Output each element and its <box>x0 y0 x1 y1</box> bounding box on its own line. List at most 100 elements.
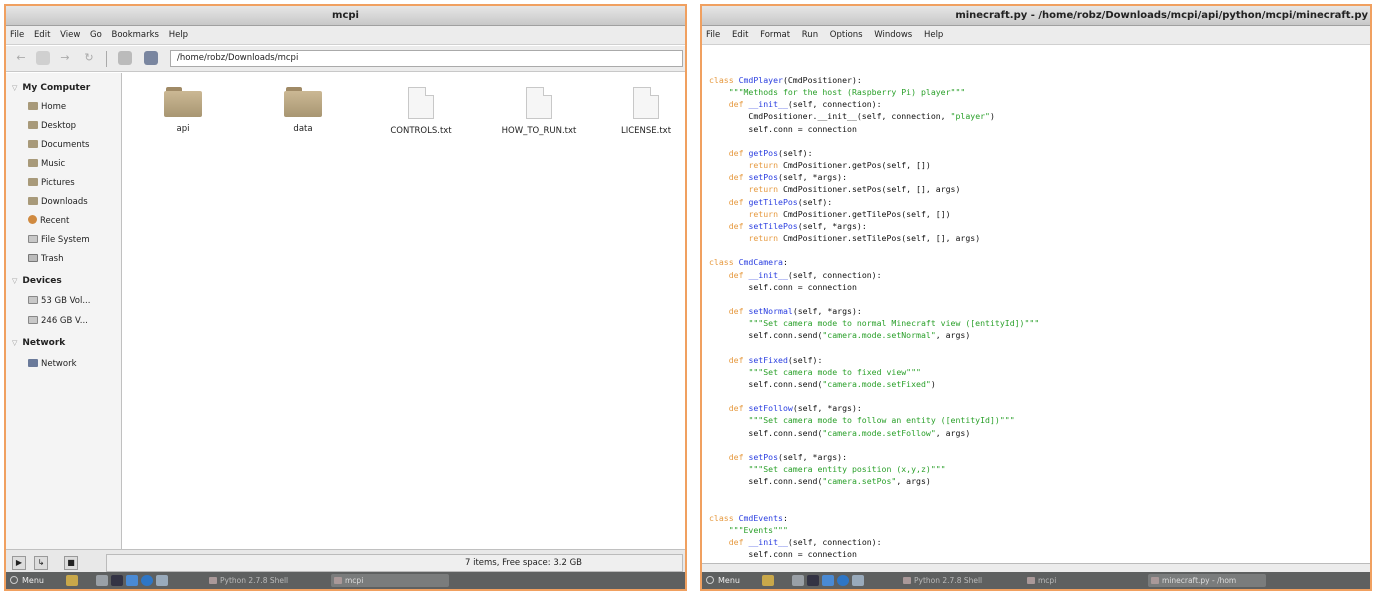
menu-format[interactable]: Format <box>760 30 790 40</box>
code-line[interactable]: def setFollow(self, *args): <box>709 402 1039 414</box>
start-menu-button[interactable]: Menu <box>10 572 44 589</box>
browser-launcher-icon[interactable] <box>837 575 849 586</box>
sidebar-item-pictures[interactable]: Pictures <box>6 174 122 192</box>
menu-file[interactable]: File <box>706 30 720 40</box>
browser-launcher-icon[interactable] <box>141 575 153 586</box>
sidebar-section-network[interactable]: ▽ Network <box>6 334 122 352</box>
code-line[interactable]: """Set camera mode to follow an entity (… <box>709 414 1039 426</box>
sidebar-section-devices[interactable]: ▽ Devices <box>6 272 122 290</box>
code-line[interactable]: class CmdCamera: <box>709 256 1039 268</box>
code-line[interactable]: self.conn = connection <box>709 281 1039 293</box>
menu-edit[interactable]: Edit <box>732 30 748 40</box>
desktop-launcher-icon[interactable] <box>792 575 804 586</box>
sidebar-item-desktop[interactable]: Desktop <box>6 117 122 135</box>
code-line[interactable] <box>709 439 1039 451</box>
desktop-launcher-icon[interactable] <box>96 575 108 586</box>
code-line[interactable]: return CmdPositioner.getPos(self, []) <box>709 159 1039 171</box>
computer-icon[interactable] <box>144 51 158 65</box>
menu-run[interactable]: Run <box>802 30 818 40</box>
up-icon[interactable] <box>36 51 50 65</box>
forward-icon[interactable]: → <box>58 51 72 65</box>
home-icon[interactable] <box>118 51 132 65</box>
task-mcpi[interactable]: mcpi <box>1024 574 1142 587</box>
code-text[interactable]: class CmdPlayer(CmdPositioner): """Metho… <box>709 74 1039 560</box>
menu-help[interactable]: Help <box>169 30 188 40</box>
task-python-shell[interactable]: Python 2.7.8 Shell <box>900 574 1018 587</box>
show-tree-icon[interactable]: ↳ <box>34 556 48 570</box>
menu-windows[interactable]: Windows <box>874 30 912 40</box>
code-line[interactable]: return CmdPositioner.setPos(self, [], ar… <box>709 183 1039 195</box>
menu-help[interactable]: Help <box>924 30 943 40</box>
code-line[interactable] <box>709 487 1039 499</box>
code-line[interactable]: return CmdPositioner.setTilePos(self, []… <box>709 232 1039 244</box>
task-mcpi[interactable]: mcpi <box>331 574 449 587</box>
folder-launcher-icon[interactable] <box>762 575 774 586</box>
code-line[interactable]: def getTilePos(self): <box>709 196 1039 208</box>
sidebar-item-trash[interactable]: Trash <box>6 250 122 268</box>
task-python-shell[interactable]: Python 2.7.8 Shell <box>206 574 324 587</box>
code-line[interactable]: CmdPositioner.__init__(self, connection,… <box>709 110 1039 122</box>
code-line[interactable] <box>709 244 1039 256</box>
file-item-how-to-run[interactable]: HOW_TO_RUN.txt <box>489 87 589 136</box>
file-item-controls[interactable]: CONTROLS.txt <box>371 87 471 136</box>
sidebar-item-volume-246gb[interactable]: 246 GB V... <box>6 312 122 330</box>
collapse-arrow-icon[interactable]: ▽ <box>12 334 17 352</box>
code-line[interactable]: self.conn.send("camera.mode.setNormal", … <box>709 329 1039 341</box>
code-line[interactable]: def setPos(self, *args): <box>709 451 1039 463</box>
terminal-launcher-icon[interactable] <box>807 575 819 586</box>
show-places-icon[interactable]: ▶ <box>12 556 26 570</box>
package-launcher-icon[interactable] <box>156 575 168 586</box>
code-line[interactable] <box>709 390 1039 402</box>
close-sidebar-icon[interactable]: ■ <box>64 556 78 570</box>
code-line[interactable] <box>709 499 1039 511</box>
code-line[interactable]: """Set camera mode to normal Minecraft v… <box>709 317 1039 329</box>
code-line[interactable]: self.conn = connection <box>709 548 1039 560</box>
sidebar-item-home[interactable]: Home <box>6 98 122 116</box>
code-line[interactable]: def setTilePos(self, *args): <box>709 220 1039 232</box>
code-line[interactable]: def __init__(self, connection): <box>709 269 1039 281</box>
menu-view[interactable]: View <box>60 30 80 40</box>
sidebar-item-music[interactable]: Music <box>6 155 122 173</box>
file-item-data[interactable]: data <box>253 87 353 134</box>
menu-bookmarks[interactable]: Bookmarks <box>111 30 159 40</box>
task-minecraft-py[interactable]: minecraft.py - /hom <box>1148 574 1266 587</box>
sidebar-item-network[interactable]: Network <box>6 355 122 373</box>
code-line[interactable]: """Events""" <box>709 524 1039 536</box>
sidebar-item-downloads[interactable]: Downloads <box>6 193 122 211</box>
code-editor[interactable]: class CmdPlayer(CmdPositioner): """Metho… <box>702 46 1370 564</box>
code-line[interactable]: def setNormal(self, *args): <box>709 305 1039 317</box>
file-launcher-icon[interactable] <box>126 575 138 586</box>
package-launcher-icon[interactable] <box>852 575 864 586</box>
back-icon[interactable]: ← <box>14 51 28 65</box>
code-line[interactable]: def getPos(self): <box>709 147 1039 159</box>
terminal-launcher-icon[interactable] <box>111 575 123 586</box>
code-line[interactable] <box>709 293 1039 305</box>
code-line[interactable]: """Methods for the host (Raspberry Pi) p… <box>709 86 1039 98</box>
code-line[interactable]: class CmdPlayer(CmdPositioner): <box>709 74 1039 86</box>
reload-icon[interactable]: ↻ <box>82 51 96 65</box>
file-launcher-icon[interactable] <box>822 575 834 586</box>
code-line[interactable]: self.conn.send("camera.mode.setFollow", … <box>709 427 1039 439</box>
collapse-arrow-icon[interactable]: ▽ <box>12 79 17 97</box>
code-line[interactable]: class CmdEvents: <box>709 512 1039 524</box>
folder-launcher-icon[interactable] <box>66 575 78 586</box>
file-item-api[interactable]: api <box>133 87 233 134</box>
sidebar-item-recent[interactable]: Recent <box>6 212 122 230</box>
sidebar-item-volume-53gb[interactable]: 53 GB Vol... <box>6 292 122 310</box>
file-item-license[interactable]: LICENSE.txt <box>607 87 685 136</box>
code-line[interactable]: self.conn.send("camera.mode.setFixed") <box>709 378 1039 390</box>
code-line[interactable]: def setFixed(self): <box>709 354 1039 366</box>
sidebar-section-my-computer[interactable]: ▽ My Computer <box>6 79 122 97</box>
menu-options[interactable]: Options <box>830 30 863 40</box>
code-line[interactable]: def __init__(self, connection): <box>709 98 1039 110</box>
code-line[interactable]: return CmdPositioner.getTilePos(self, []… <box>709 208 1039 220</box>
code-line[interactable]: def __init__(self, connection): <box>709 536 1039 548</box>
collapse-arrow-icon[interactable]: ▽ <box>12 272 17 290</box>
code-line[interactable] <box>709 341 1039 353</box>
menu-file[interactable]: File <box>10 30 24 40</box>
menu-go[interactable]: Go <box>90 30 102 40</box>
code-line[interactable]: """Set camera entity position (x,y,z)""" <box>709 463 1039 475</box>
code-line[interactable]: def setPos(self, *args): <box>709 171 1039 183</box>
menu-edit[interactable]: Edit <box>34 30 50 40</box>
code-line[interactable]: self.conn = connection <box>709 123 1039 135</box>
